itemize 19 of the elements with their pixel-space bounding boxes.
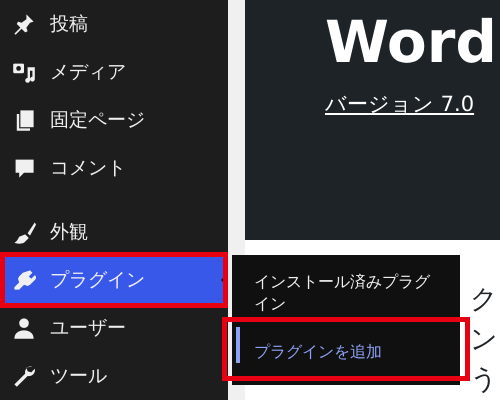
menu-item[interactable]: コメント	[0, 144, 228, 192]
person-icon	[12, 316, 36, 340]
menu-item[interactable]: 投稿	[0, 0, 228, 48]
pushpin-icon	[12, 12, 36, 36]
submenu-item[interactable]: プラグインを追加	[232, 329, 460, 375]
menu-item[interactable]: メディア	[0, 48, 228, 96]
body-text: う	[470, 363, 498, 397]
menu-item[interactable]: 外観	[0, 208, 228, 256]
menu-item[interactable]: 固定ページ	[0, 96, 228, 144]
version-link[interactable]: バージョン 7.0	[325, 90, 500, 118]
submenu-item[interactable]: インストール済みプラグイン	[232, 271, 460, 315]
menu-item[interactable]: ツール	[0, 352, 228, 400]
selection-bar	[236, 327, 240, 363]
menu-item[interactable]: ユーザー	[0, 304, 228, 352]
wrench-icon	[12, 364, 36, 388]
paintbrush-icon	[12, 220, 36, 244]
banner-title: Word	[325, 7, 498, 78]
body-text: ン	[470, 323, 498, 357]
body-text: ク	[470, 283, 498, 317]
